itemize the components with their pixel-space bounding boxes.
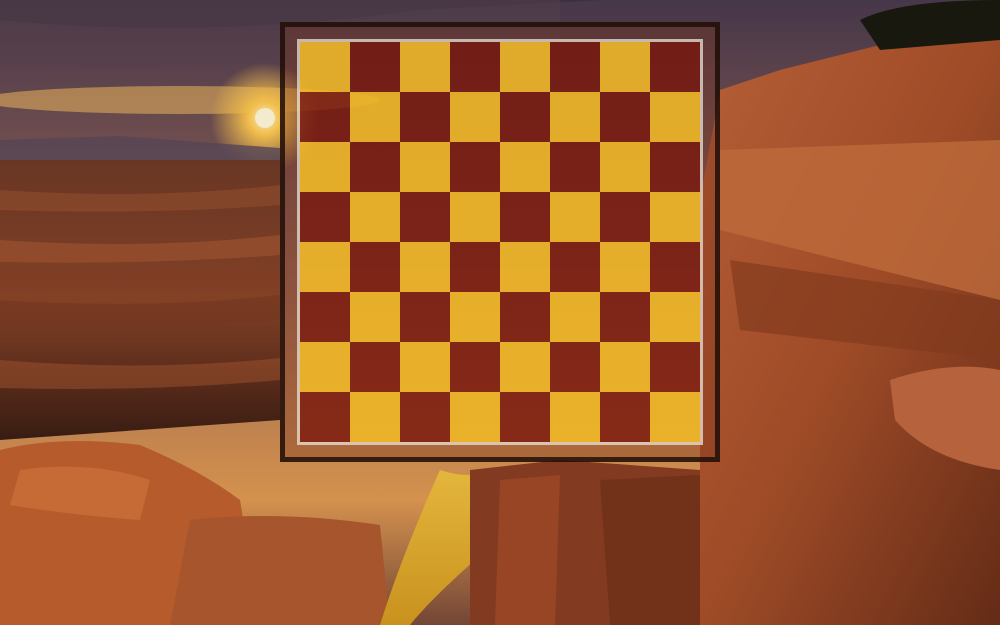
square-h1[interactable] [650, 392, 700, 442]
square-h4[interactable] [650, 242, 700, 292]
square-g3[interactable] [600, 292, 650, 342]
square-f5[interactable] [550, 192, 600, 242]
square-h3[interactable] [650, 292, 700, 342]
square-c6[interactable] [400, 142, 450, 192]
square-a5[interactable] [300, 192, 350, 242]
square-f4[interactable] [550, 242, 600, 292]
square-e3[interactable] [500, 292, 550, 342]
square-g6[interactable] [600, 142, 650, 192]
square-h2[interactable] [650, 342, 700, 392]
square-b7[interactable] [350, 92, 400, 142]
square-g7[interactable] [600, 92, 650, 142]
square-a3[interactable] [300, 292, 350, 342]
square-b1[interactable] [350, 392, 400, 442]
square-c3[interactable] [400, 292, 450, 342]
square-g2[interactable] [600, 342, 650, 392]
square-b2[interactable] [350, 342, 400, 392]
square-c8[interactable] [400, 42, 450, 92]
square-h6[interactable] [650, 142, 700, 192]
square-d8[interactable] [450, 42, 500, 92]
square-c5[interactable] [400, 192, 450, 242]
square-f7[interactable] [550, 92, 600, 142]
square-c2[interactable] [400, 342, 450, 392]
square-h7[interactable] [650, 92, 700, 142]
square-b6[interactable] [350, 142, 400, 192]
square-g8[interactable] [600, 42, 650, 92]
square-c1[interactable] [400, 392, 450, 442]
square-d4[interactable] [450, 242, 500, 292]
square-a8[interactable] [300, 42, 350, 92]
square-d5[interactable] [450, 192, 500, 242]
square-b5[interactable] [350, 192, 400, 242]
square-g5[interactable] [600, 192, 650, 242]
square-h5[interactable] [650, 192, 700, 242]
chessboard[interactable] [300, 42, 700, 442]
square-d2[interactable] [450, 342, 500, 392]
square-f1[interactable] [550, 392, 600, 442]
square-b4[interactable] [350, 242, 400, 292]
square-a4[interactable] [300, 242, 350, 292]
square-e7[interactable] [500, 92, 550, 142]
square-h8[interactable] [650, 42, 700, 92]
square-d3[interactable] [450, 292, 500, 342]
square-a6[interactable] [300, 142, 350, 192]
square-e2[interactable] [500, 342, 550, 392]
square-a1[interactable] [300, 392, 350, 442]
square-b3[interactable] [350, 292, 400, 342]
square-f6[interactable] [550, 142, 600, 192]
square-g1[interactable] [600, 392, 650, 442]
square-e4[interactable] [500, 242, 550, 292]
square-f2[interactable] [550, 342, 600, 392]
square-e6[interactable] [500, 142, 550, 192]
square-d1[interactable] [450, 392, 500, 442]
square-e1[interactable] [500, 392, 550, 442]
square-f8[interactable] [550, 42, 600, 92]
square-e8[interactable] [500, 42, 550, 92]
square-f3[interactable] [550, 292, 600, 342]
square-b8[interactable] [350, 42, 400, 92]
square-d7[interactable] [450, 92, 500, 142]
square-c7[interactable] [400, 92, 450, 142]
square-a7[interactable] [300, 92, 350, 142]
chessboard-frame [280, 22, 720, 462]
square-a2[interactable] [300, 342, 350, 392]
square-g4[interactable] [600, 242, 650, 292]
square-d6[interactable] [450, 142, 500, 192]
square-e5[interactable] [500, 192, 550, 242]
square-c4[interactable] [400, 242, 450, 292]
